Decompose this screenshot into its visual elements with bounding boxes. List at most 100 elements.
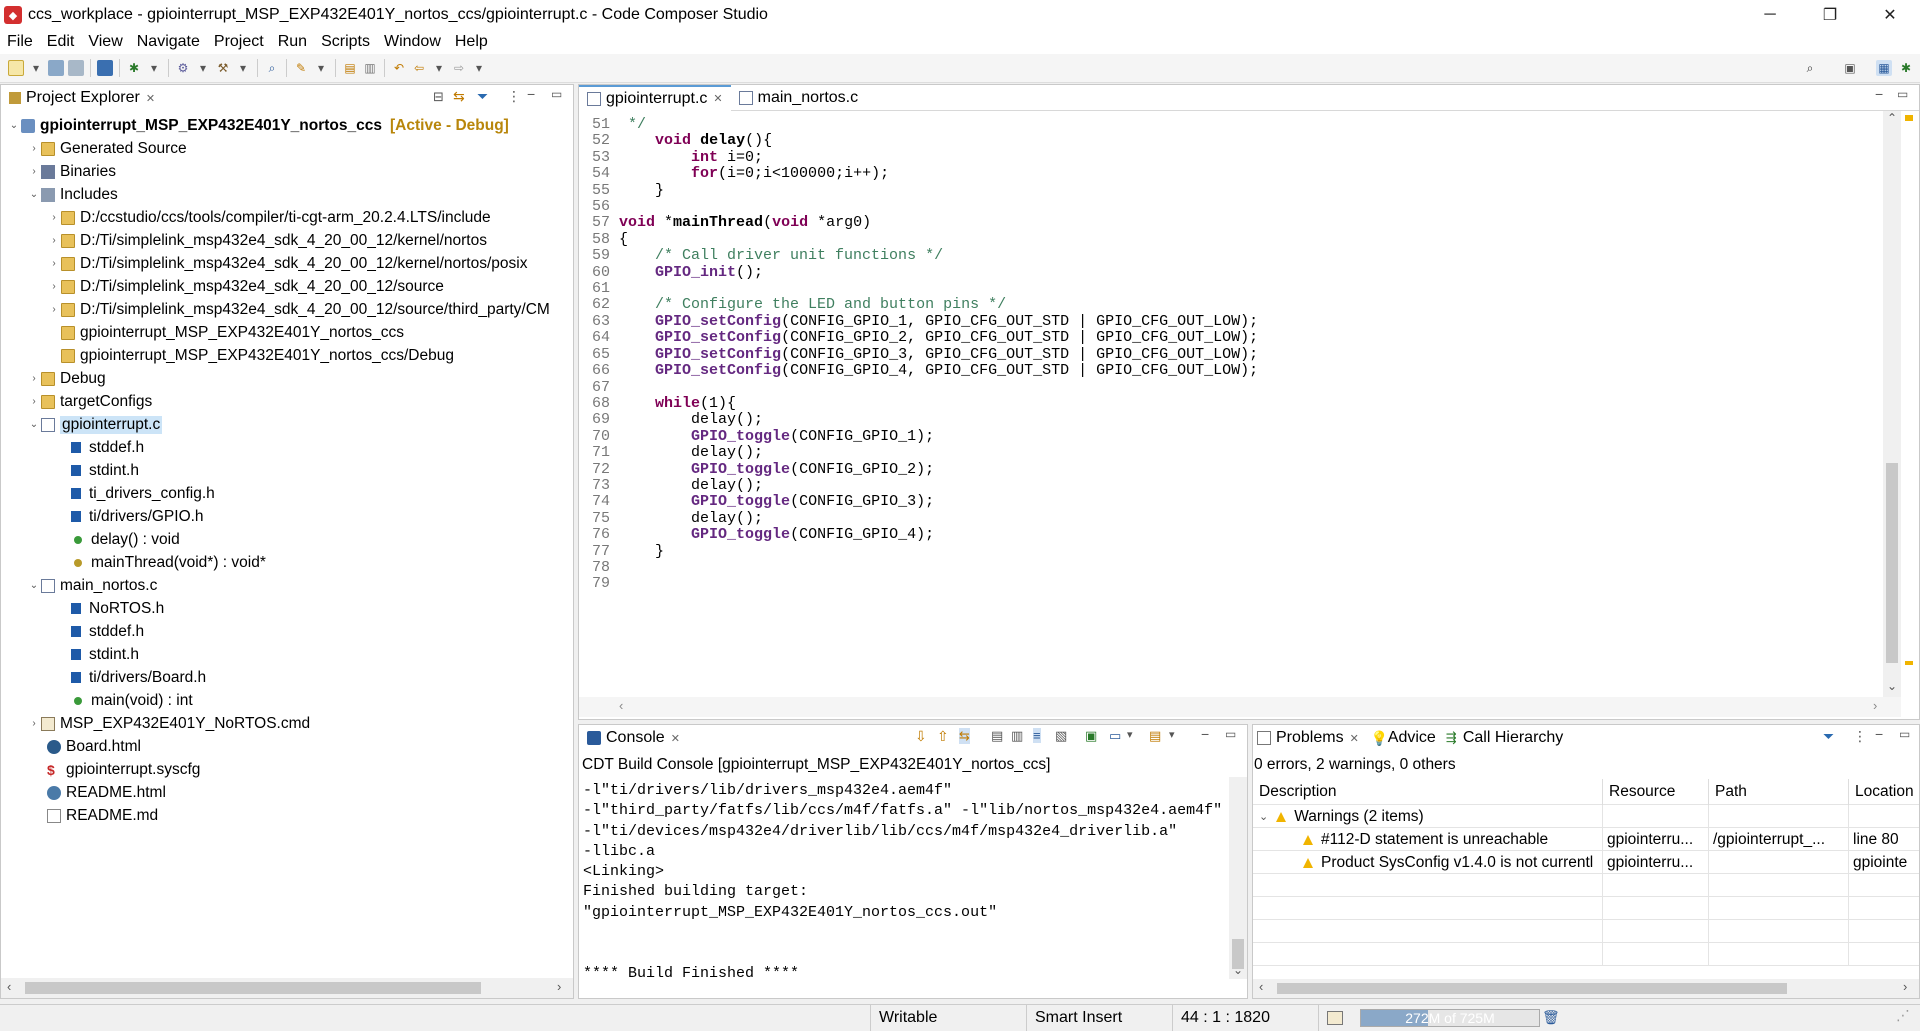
link-editor-icon[interactable]: ⇆	[453, 88, 465, 105]
warning-marker[interactable]	[1905, 661, 1913, 665]
tree-item-include-path[interactable]: › D:/Ti/simplelink_msp432e4_sdk_4_20_00_1…	[47, 231, 487, 250]
minimize-button[interactable]: ─	[1740, 0, 1800, 30]
block-icon[interactable]: ▥	[362, 60, 378, 76]
problems-horizontal-scrollbar[interactable]: ‹ ›	[1253, 979, 1919, 998]
tab-console[interactable]: Console ✕	[579, 725, 688, 751]
code-line[interactable]: 62 /* Configure the LED and button pins …	[583, 297, 1883, 313]
word-wrap-icon[interactable]: ≡	[1033, 728, 1041, 743]
scrollbar-thumb[interactable]	[1886, 463, 1898, 663]
code-line[interactable]: 60 GPIO_init();	[583, 264, 1883, 281]
column-header-path[interactable]: Path	[1709, 779, 1849, 805]
chevron-down-icon[interactable]: ⌄	[27, 580, 41, 591]
tree-item-syscfg[interactable]: $ gpiointerrupt.syscfg	[47, 760, 200, 779]
tree-item-main-nortos-c[interactable]: ⌄ main_nortos.c	[27, 576, 158, 595]
chevron-down-icon[interactable]: ⌄	[7, 120, 21, 131]
next-error-icon[interactable]: ⇩	[915, 728, 927, 745]
tree-item-include-path[interactable]: › D:/Ti/simplelink_msp432e4_sdk_4_20_00_1…	[47, 300, 575, 319]
code-line[interactable]: 72 GPIO_toggle(CONFIG_GPIO_2);	[583, 461, 1883, 478]
code-line[interactable]: 67	[583, 379, 1883, 396]
menu-edit[interactable]: Edit	[40, 33, 82, 51]
tab-call-hierarchy[interactable]: ⇶ Call Hierarchy	[1444, 725, 1571, 751]
chevron-right-icon[interactable]: ›	[47, 304, 61, 315]
code-line[interactable]: 52 void delay(){	[583, 133, 1883, 149]
collapse-all-icon[interactable]: ⊟	[433, 89, 444, 105]
paste-icon[interactable]: ▥	[1011, 728, 1023, 744]
scroll-right-icon[interactable]: ›	[1873, 698, 1877, 713]
menu-view[interactable]: View	[81, 33, 129, 51]
tree-item-debug[interactable]: › Debug	[27, 369, 105, 388]
code-line[interactable]: 69 delay();	[583, 412, 1883, 428]
tree-item-includes[interactable]: ⌄ Includes	[27, 185, 118, 204]
tree-item-binaries[interactable]: › Binaries	[27, 162, 116, 181]
menu-help[interactable]: Help	[448, 33, 495, 51]
save-all-icon[interactable]	[68, 60, 84, 76]
forward-icon[interactable]: ⇨	[451, 60, 467, 76]
view-menu-icon[interactable]: ⋮	[1853, 728, 1867, 745]
minimize-view-icon[interactable]: −	[1875, 726, 1883, 742]
open-perspective-icon[interactable]: ▣	[1842, 60, 1858, 76]
last-edit-icon[interactable]: ↶	[391, 60, 407, 76]
code-line[interactable]: 71 delay();	[583, 444, 1883, 461]
filter-icon[interactable]: ⏷	[1823, 728, 1834, 745]
table-row[interactable]: #112-D statement is unreachable gpiointe…	[1253, 828, 1919, 851]
tree-item-cmd-file[interactable]: › MSP_EXP432E401Y_NoRTOS.cmd	[27, 714, 310, 733]
chevron-up-icon[interactable]: ⌃	[1887, 111, 1897, 125]
chevron-right-icon[interactable]: ›	[27, 396, 41, 407]
chevron-right-icon[interactable]: ›	[47, 258, 61, 269]
search-icon[interactable]: ⌕	[264, 60, 280, 76]
code-line[interactable]: 79	[583, 576, 1883, 592]
column-header-description[interactable]: Description	[1253, 779, 1603, 805]
tree-project-root[interactable]: ⌄ gpiointerrupt_MSP_EXP432E401Y_nortos_c…	[7, 116, 509, 135]
tab-main-nortos-c[interactable]: main_nortos.c	[731, 85, 867, 111]
tree-item-include-path[interactable]: › D:/ccstudio/ccs/tools/compiler/ti-cgt-a…	[47, 208, 490, 227]
tree-item-include-path[interactable]: gpiointerrupt_MSP_EXP432E401Y_nortos_ccs	[61, 323, 404, 342]
tree-item-include[interactable]: ti/drivers/GPIO.h	[71, 507, 204, 526]
tree-item-include[interactable]: ti_drivers_config.h	[71, 484, 215, 503]
scrollbar-thumb[interactable]	[25, 982, 481, 994]
code-line[interactable]: 63 GPIO_setConfig(CONFIG_GPIO_1, GPIO_CF…	[583, 313, 1883, 330]
previous-error-icon[interactable]: ⇧	[937, 728, 949, 745]
column-header-location[interactable]: Location	[1849, 779, 1919, 805]
filter-icon[interactable]: ⏷	[477, 88, 488, 105]
chevron-right-icon[interactable]: ›	[47, 235, 61, 246]
code-line[interactable]: 51 */	[583, 117, 1883, 133]
tab-problems[interactable]: Problems ✕	[1253, 725, 1367, 751]
tree-item-board-html[interactable]: Board.html	[47, 737, 141, 756]
tab-gpiointerrupt-c[interactable]: gpiointerrupt.c ✕	[579, 84, 731, 111]
code-line[interactable]: 65 GPIO_setConfig(CONFIG_GPIO_3, GPIO_CF…	[583, 346, 1883, 363]
code-line[interactable]: 57 void *mainThread(void *arg0)	[583, 215, 1883, 231]
dropdown-icon[interactable]: ▾	[28, 60, 44, 76]
table-row-group[interactable]: ⌄ Warnings (2 items)	[1253, 805, 1919, 828]
code-line[interactable]: 73 delay();	[583, 477, 1883, 494]
dropdown-icon[interactable]: ▾	[431, 60, 447, 76]
tree-item-include[interactable]: stdint.h	[71, 461, 139, 480]
tree-item-generated-source[interactable]: › Generated Source	[27, 139, 186, 158]
clear-console-icon[interactable]: ▧	[1055, 728, 1067, 744]
menu-window[interactable]: Window	[377, 33, 448, 51]
minimize-view-icon[interactable]: −	[1875, 86, 1883, 102]
scroll-left-icon[interactable]: ‹	[619, 698, 623, 713]
tab-project-explorer[interactable]: Project Explorer ✕	[1, 85, 163, 111]
chevron-down-icon[interactable]: ⌄	[27, 419, 41, 430]
scrollbar-thumb[interactable]	[1277, 983, 1787, 994]
heap-status[interactable]: 272M of 725M	[1360, 1009, 1540, 1027]
menu-run[interactable]: Run	[271, 33, 314, 51]
code-line[interactable]: 56	[583, 198, 1883, 215]
scroll-left-icon[interactable]: ‹	[1259, 979, 1263, 994]
code-line[interactable]: 70 GPIO_toggle(CONFIG_GPIO_1);	[583, 428, 1883, 445]
chevron-right-icon[interactable]: ›	[27, 718, 41, 729]
tree-item-include[interactable]: NoRTOS.h	[71, 599, 164, 618]
tree-item-function[interactable]: mainThread(void*) : void*	[71, 553, 266, 572]
scroll-left-icon[interactable]: ‹	[7, 979, 11, 994]
close-icon[interactable]: ✕	[146, 92, 155, 105]
dropdown-icon[interactable]: ▾	[1169, 728, 1175, 741]
horizontal-scrollbar[interactable]: ‹ ›	[1, 978, 573, 998]
code-line[interactable]: 53 int i=0;	[583, 149, 1883, 166]
maximize-view-icon[interactable]: ▭	[551, 87, 562, 101]
code-line[interactable]: 68 while(1){	[583, 395, 1883, 412]
link-icon[interactable]: ⇆	[959, 728, 970, 744]
chevron-right-icon[interactable]: ›	[47, 212, 61, 223]
garbage-collect-icon[interactable]: 🗑	[1542, 1009, 1560, 1026]
debug-icon[interactable]: ✱	[126, 60, 142, 76]
scroll-right-icon[interactable]: ›	[557, 979, 561, 994]
